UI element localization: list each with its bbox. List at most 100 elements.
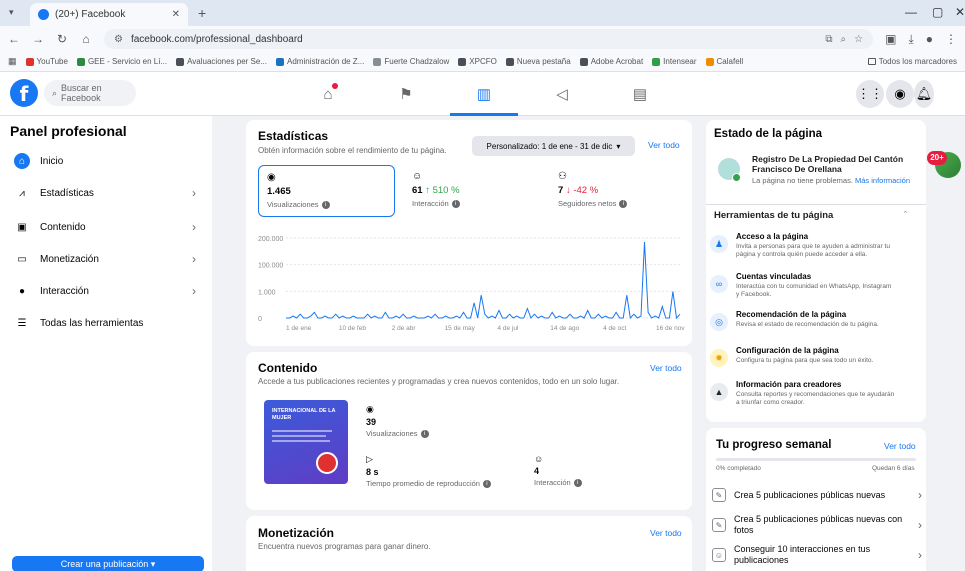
sidebar-item-estadisticas[interactable]: ⩘ Estadísticas › [6, 178, 204, 208]
extensions-icon[interactable]: ▣ [885, 32, 896, 46]
bookmark-item[interactable]: Adobe Acrobat [579, 57, 643, 66]
sidebar-item-todas-herramientas[interactable]: ☰ Todas las herramientas [6, 308, 204, 338]
stats-see-all-link[interactable]: Ver todo [648, 140, 680, 150]
nav-megaphone-icon[interactable]: ◁ [542, 82, 582, 106]
info-icon[interactable]: i [482, 479, 491, 488]
home-browser-icon[interactable]: ⌂ [80, 32, 92, 46]
progress-see-all-link[interactable]: Ver todo [884, 441, 916, 451]
metric-interaction[interactable]: ☺ 61 ↑ 510 % Interacción i [404, 165, 541, 217]
browser-tab-strip: ▾ (20+) Facebook ✕ + — ▢ ✕ [0, 0, 965, 26]
tool-creator-info[interactable]: ▲ Información para creadores Consulta rep… [710, 380, 896, 414]
info-icon[interactable]: i [573, 478, 582, 487]
tool-title: Cuentas vinculadas [736, 272, 812, 281]
content-card: Contenido Accede a tus publicaciones rec… [246, 352, 692, 510]
progress-task[interactable]: ☺ Conseguir 10 interacciones en tus publ… [712, 544, 922, 566]
bookmark-item[interactable]: Avaluaciones per Se... [176, 57, 267, 66]
browser-tab[interactable]: (20+) Facebook ✕ [30, 3, 188, 26]
facebook-logo-icon[interactable]: f [10, 79, 38, 107]
graduation-icon: ▲ [710, 383, 728, 401]
progress-task[interactable]: ✎ Crea 5 publicaciones públicas nuevas › [712, 488, 922, 502]
sidebar-item-inicio[interactable]: ⌂ Inicio [6, 146, 204, 176]
notifications-bell-icon[interactable]: 🔔︎ [914, 80, 934, 108]
search-input[interactable]: ⌕ Buscar en Facebook [44, 80, 136, 106]
forward-icon[interactable]: → [32, 32, 44, 46]
sidebar-item-interaccion[interactable]: ● Interacción › [6, 276, 204, 306]
content-avg-time-label: Tiempo promedio de reproducción [366, 479, 480, 488]
info-icon[interactable]: i [451, 199, 460, 208]
post-thumbnail[interactable]: INTERNACIONAL DE LA MUJER [264, 400, 348, 484]
period-dropdown[interactable]: Personalizado: 1 de ene - 31 de dic ▾ [472, 136, 635, 156]
task-label: Conseguir 10 interacciones en tus public… [734, 544, 871, 565]
metric-value: 1.465 [267, 186, 291, 197]
nav-marketplace-icon[interactable]: ▤ [620, 82, 660, 106]
url-bar[interactable]: ⚙ facebook.com/professional_dashboard ⧉ … [104, 29, 874, 49]
tool-page-settings[interactable]: ✹ Configuración de la página Configura tu… [710, 346, 896, 380]
zoom-icon[interactable]: ⌕ [841, 34, 847, 45]
metric-followers[interactable]: ⚇ 7 ↓ -42 % Seguidores netos i [550, 165, 687, 217]
smile-icon: ☺ [534, 454, 544, 464]
bookmark-item[interactable]: YouTube [25, 57, 68, 66]
monetization-see-all-link[interactable]: Ver todo [650, 528, 682, 538]
bookmark-item[interactable]: Administración de Z... [276, 57, 364, 66]
people-icon: ⚇ [558, 171, 567, 182]
info-icon[interactable]: i [321, 200, 330, 209]
reload-icon[interactable]: ↻ [56, 32, 68, 46]
content-see-all-link[interactable]: Ver todo [650, 363, 682, 373]
all-bookmarks[interactable]: Todos los marcadores [867, 57, 957, 66]
create-post-button[interactable]: Crear una publicación ▾ [12, 556, 204, 571]
bookmark-item[interactable]: Nueva pestaña [505, 57, 571, 66]
x-tick-label: 4 de jul [497, 325, 519, 332]
nav-dashboard-icon[interactable]: ▥ [450, 82, 518, 116]
maximize-icon[interactable]: ▢ [932, 5, 943, 19]
task-checkbox-icon: ✎ [712, 518, 726, 532]
bookmark-item[interactable]: GEE - Servicio en Lí... [76, 57, 167, 66]
facebook-top-nav: f ⌕ Buscar en Facebook ⌂ ⚑ ▥ ◁ ▤ ⋮⋮ ◉ 🔔︎… [0, 72, 965, 178]
bookmark-item[interactable]: XPCFO [458, 57, 497, 66]
progress-task[interactable]: ✎ Crea 5 publicaciones públicas nuevas c… [712, 514, 922, 536]
more-info-link[interactable]: Más información [855, 176, 910, 185]
chevron-right-icon: › [918, 548, 922, 562]
nav-flag-icon[interactable]: ⚑ [386, 82, 426, 106]
bookmark-item[interactable]: Intensear [652, 57, 697, 66]
nav-home-icon[interactable]: ⌂ [308, 82, 348, 106]
download-icon[interactable]: ⤓ [908, 32, 913, 47]
views-line-chart: 200.000 100.000 1.000 0 1 de ene 10 de feb 2 d… [258, 236, 685, 332]
tab-search-icon[interactable]: ▾ [9, 7, 14, 18]
site-info-icon[interactable]: ⚙ [114, 34, 123, 45]
minimize-icon[interactable]: — [905, 5, 917, 19]
apps-grid-icon[interactable]: ▦ [8, 56, 17, 67]
menu-grid-icon[interactable]: ⋮⋮ [856, 80, 884, 108]
tab-close-icon[interactable]: ✕ [172, 9, 180, 20]
chevron-right-icon: › [192, 220, 196, 234]
info-icon[interactable]: i [420, 429, 429, 438]
x-tick-label: 10 de feb [339, 325, 366, 332]
translate-icon[interactable]: ⧉ [825, 34, 832, 45]
new-tab-button[interactable]: + [198, 5, 206, 21]
task-checkbox-icon: ✎ [712, 488, 726, 502]
back-icon[interactable]: ← [8, 32, 20, 46]
collapse-chevron-up-icon[interactable]: ˆ [904, 210, 907, 220]
metric-views[interactable]: ◉ 1.465 Visualizaciones i [258, 165, 395, 217]
x-tick-label: 16 de nov [656, 325, 685, 332]
info-icon[interactable]: i [619, 199, 628, 208]
thumbnail-text: INTERNACIONAL DE LA MUJER [272, 408, 336, 421]
messenger-icon[interactable]: ◉ [886, 80, 914, 108]
divider [706, 204, 926, 205]
tool-page-recommendation[interactable]: ◎ Recomendación de la página Revisa el es… [710, 310, 896, 344]
tool-page-access[interactable]: ♟ Acceso a la página Invita a personas pa… [710, 232, 896, 266]
tool-linked-accounts[interactable]: ∞ Cuentas vinculadas Interactúa con tu co… [710, 272, 896, 306]
bookmark-star-icon[interactable]: ☆ [854, 34, 863, 45]
bookmark-item[interactable]: Calafell [705, 57, 743, 66]
smile-icon: ☺ [412, 171, 423, 182]
bookmark-favicon-icon [176, 57, 185, 66]
close-window-icon[interactable]: ✕ [955, 5, 965, 19]
menu-icon[interactable]: ⋮ [945, 32, 957, 46]
sidebar-item-contenido[interactable]: ▣ Contenido › [6, 212, 204, 242]
thumbnail-line [272, 435, 326, 437]
sidebar-item-label: Monetización [40, 253, 99, 265]
bookmark-item[interactable]: Fuerte Chadzalow [373, 57, 449, 66]
profile-icon[interactable]: ● [926, 32, 933, 46]
sidebar-item-monetizacion[interactable]: ▭ Monetización › [6, 244, 204, 274]
caret-down-icon: ▾ [616, 141, 621, 151]
page-state-card: Estado de la página Registro De La Propi… [706, 120, 926, 422]
